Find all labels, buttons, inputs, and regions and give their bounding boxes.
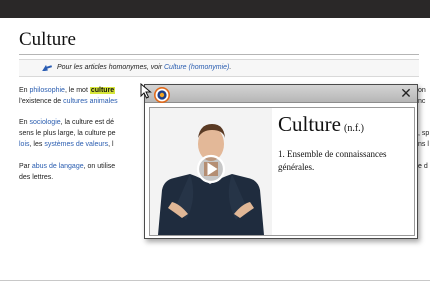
article-link[interactable]: sociologie bbox=[30, 119, 61, 126]
article-text: , le mot bbox=[64, 87, 90, 94]
clipped-text-fragment: ns l bbox=[418, 141, 429, 148]
article-line: des lettres. bbox=[19, 173, 53, 183]
article-text: , l bbox=[108, 141, 114, 148]
hatnote-link[interactable]: Culture (homonymie) bbox=[164, 64, 229, 71]
article-text: En bbox=[19, 87, 30, 94]
popup-body: Culture (n.f.) 1. Ensemble de connaissanc… bbox=[149, 107, 415, 236]
hatnote-text: Pour les articles homonymes, voir Cultur… bbox=[57, 60, 231, 76]
article-line: sens le plus large, la culture pe bbox=[19, 129, 116, 139]
article-link[interactable]: cultures animales bbox=[63, 98, 117, 105]
article-line: lois, les systèmes de valeurs, l bbox=[19, 140, 114, 150]
article-link[interactable]: systèmes de valeurs bbox=[44, 141, 108, 148]
browser-top-bar bbox=[0, 0, 430, 18]
clipped-text-fragment: e d bbox=[418, 163, 428, 170]
article-text: , la culture est dé bbox=[60, 119, 114, 126]
article-text: En bbox=[19, 119, 30, 126]
hatnote-suffix: . bbox=[229, 64, 232, 71]
clipped-text-fragment: on bbox=[418, 87, 426, 94]
headword-text: Culture bbox=[278, 112, 341, 136]
article-link[interactable]: philosophie bbox=[30, 87, 65, 94]
article-line: l'existence de cultures animales bbox=[19, 97, 118, 107]
article-link[interactable]: lois bbox=[19, 141, 30, 148]
sign-language-video[interactable] bbox=[150, 108, 272, 235]
entry-headword: Culture (n.f.) bbox=[278, 112, 364, 137]
close-button[interactable]: ✕ bbox=[399, 86, 413, 100]
article-line: En philosophie, le mot culture bbox=[19, 86, 116, 96]
hatnote: Pour les articles homonymes, voir Cultur… bbox=[19, 59, 419, 77]
popup-header: ✕ bbox=[145, 85, 417, 103]
definition-popup: ✕ Culture (n.f.) 1. Ensemble de connaissa… bbox=[144, 84, 418, 239]
article-text: sens le plus large, la culture pe bbox=[19, 130, 116, 137]
article-text: l'existence de bbox=[19, 98, 64, 105]
hatnote-prefix: Pour les articles homonymes, voir bbox=[57, 64, 163, 71]
disambiguation-arrow-icon bbox=[41, 64, 52, 71]
article-line: En sociologie, la culture est dé bbox=[19, 118, 114, 128]
title-divider bbox=[19, 54, 419, 55]
article-text: , on utilise bbox=[83, 163, 116, 170]
page-title: Culture bbox=[19, 29, 76, 50]
clipped-text-fragment: nc bbox=[418, 98, 426, 105]
clipped-text-fragment: , sp bbox=[418, 130, 430, 137]
article-line: Par abus de langage, on utilise bbox=[19, 162, 115, 172]
play-icon[interactable] bbox=[196, 154, 226, 184]
entry-definition: 1. Ensemble de connaissances générales. bbox=[278, 149, 387, 172]
article-text: , les bbox=[29, 141, 45, 148]
extension-logo-icon bbox=[154, 87, 170, 103]
bottom-divider bbox=[0, 280, 430, 281]
article-text: Par bbox=[19, 163, 32, 170]
mouse-cursor-icon bbox=[140, 83, 152, 99]
article-link[interactable]: abus de langage bbox=[32, 163, 84, 170]
highlighted-word[interactable]: culture bbox=[89, 87, 116, 94]
part-of-speech: (n.f.) bbox=[344, 123, 364, 134]
article-text: des lettres. bbox=[19, 174, 54, 181]
